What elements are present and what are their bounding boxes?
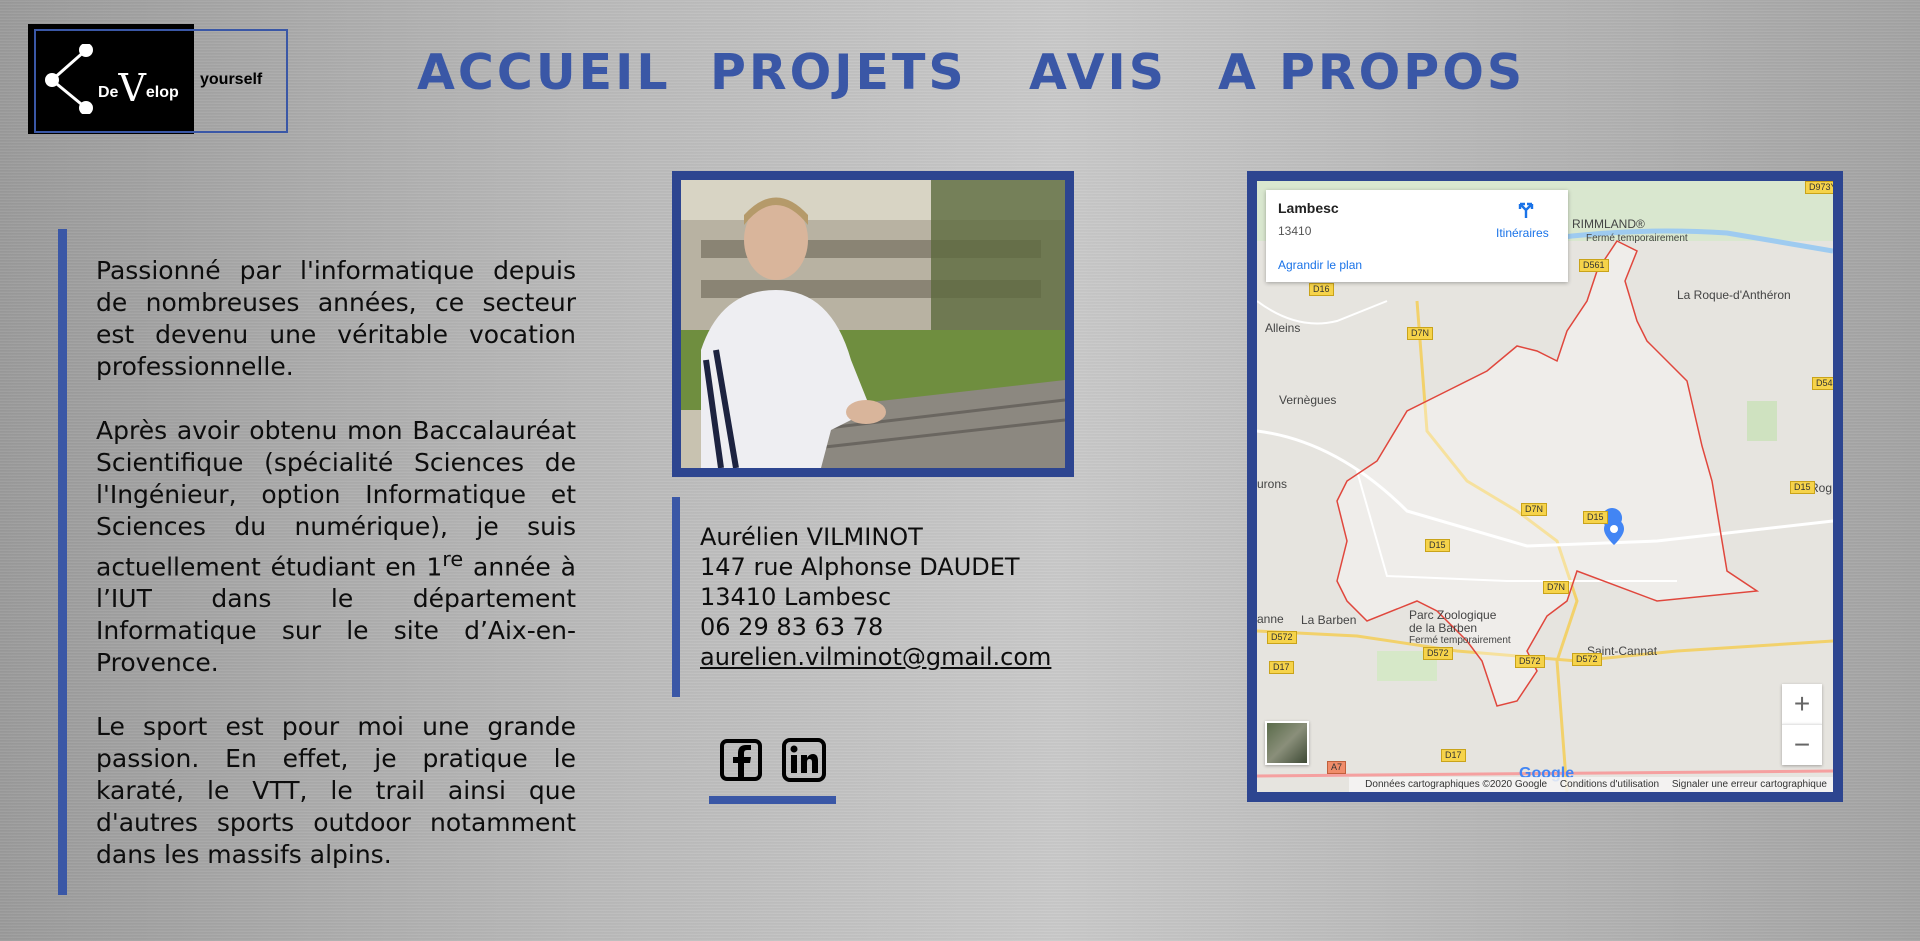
road-label: D572 bbox=[1572, 653, 1602, 666]
road-label: D572 bbox=[1423, 647, 1453, 660]
map-place: Vernègues bbox=[1279, 393, 1337, 407]
profile-photo bbox=[681, 180, 1065, 468]
map-footer: Données cartographiques ©2020 Google Con… bbox=[1349, 777, 1833, 792]
map-place: Alleins bbox=[1265, 321, 1301, 335]
road-label: D572 bbox=[1515, 655, 1545, 668]
road-label: D7N bbox=[1521, 503, 1548, 516]
facebook-icon[interactable] bbox=[720, 739, 762, 781]
map-place: La Barben bbox=[1301, 613, 1357, 627]
bio-paragraph: Passionné par l'informatique depuis de n… bbox=[96, 256, 576, 381]
road-label: D543 bbox=[1812, 377, 1833, 390]
bio-paragraph: Après avoir obtenu mon Baccalauréat Scie… bbox=[96, 416, 576, 678]
map-place: urons bbox=[1257, 477, 1288, 491]
road-label: D15 bbox=[1425, 539, 1450, 552]
map-info-card: Lambesc 13410 Itinéraires Agrandir le pl… bbox=[1266, 190, 1568, 282]
zoom-out-button[interactable]: − bbox=[1782, 724, 1822, 765]
main-nav: ACCUEIL PROJETS AVIS A PROPOS bbox=[0, 44, 1920, 104]
map-place: La Roque-d'Anthéron bbox=[1677, 288, 1791, 302]
road-label: D572 bbox=[1267, 631, 1297, 644]
road-label: D7N bbox=[1543, 581, 1570, 594]
map-report-link[interactable]: Signaler une erreur cartographique bbox=[1672, 779, 1827, 790]
nav-avis[interactable]: AVIS bbox=[1029, 44, 1167, 101]
road-label: D16 bbox=[1309, 283, 1334, 296]
map-frame: RIMMLAND® Fermé temporairement La Roque-… bbox=[1247, 171, 1843, 802]
map-place: anne bbox=[1257, 612, 1284, 626]
road-label: D973Y bbox=[1805, 181, 1833, 194]
contact-street: 147 rue Alphonse DAUDET bbox=[700, 553, 1020, 581]
satellite-toggle[interactable] bbox=[1265, 721, 1309, 765]
embedded-map[interactable]: RIMMLAND® Fermé temporairement La Roque-… bbox=[1257, 181, 1833, 792]
road-label: D15 bbox=[1790, 481, 1815, 494]
map-card-zip: 13410 bbox=[1278, 224, 1312, 238]
bio-section: Passionné par l'informatique depuis de n… bbox=[96, 255, 576, 903]
contact-name: Aurélien VILMINOT bbox=[700, 523, 923, 551]
map-place-note: Fermé temporairement bbox=[1409, 635, 1511, 646]
road-label: D7N bbox=[1407, 327, 1434, 340]
contact-email-link[interactable]: aurelien.vilminot@gmail.com bbox=[700, 643, 1051, 671]
map-place-note: Fermé temporairement bbox=[1586, 233, 1688, 244]
map-place: Parc Zoologique bbox=[1409, 608, 1497, 622]
nav-a-propos[interactable]: A PROPOS bbox=[1218, 44, 1525, 101]
contact-city: 13410 Lambesc bbox=[700, 583, 892, 611]
map-place: RIMMLAND® bbox=[1572, 217, 1645, 231]
directions-link[interactable]: Itinéraires bbox=[1496, 226, 1549, 240]
enlarge-map-link[interactable]: Agrandir le plan bbox=[1278, 258, 1362, 272]
road-label: A7 bbox=[1327, 761, 1347, 774]
road-label: D17 bbox=[1441, 749, 1466, 762]
zoom-in-button[interactable]: + bbox=[1782, 684, 1822, 724]
profile-photo-frame bbox=[672, 171, 1074, 477]
directions-icon[interactable] bbox=[1516, 200, 1536, 220]
road-label: D561 bbox=[1579, 259, 1609, 272]
social-accent-bar bbox=[709, 796, 836, 804]
map-card-title: Lambesc bbox=[1278, 200, 1339, 216]
nav-projets[interactable]: PROJETS bbox=[710, 44, 967, 101]
map-terms-link[interactable]: Conditions d'utilisation bbox=[1560, 779, 1659, 790]
bio-paragraph: Le sport est pour moi une grande passion… bbox=[96, 712, 576, 870]
nav-accueil[interactable]: ACCUEIL bbox=[417, 44, 671, 101]
contact-accent-bar bbox=[672, 497, 680, 697]
bio-accent-bar bbox=[58, 229, 67, 895]
contact-phone: 06 29 83 63 78 bbox=[700, 613, 884, 641]
road-label: D15 bbox=[1583, 511, 1608, 524]
map-data-credit: Données cartographiques ©2020 Google bbox=[1365, 779, 1548, 790]
map-place: de la Barben bbox=[1409, 621, 1478, 635]
road-label: D17 bbox=[1269, 661, 1294, 674]
linkedin-icon[interactable] bbox=[782, 738, 826, 782]
contact-block: Aurélien VILMINOT 147 rue Alphonse DAUDE… bbox=[700, 522, 1051, 672]
